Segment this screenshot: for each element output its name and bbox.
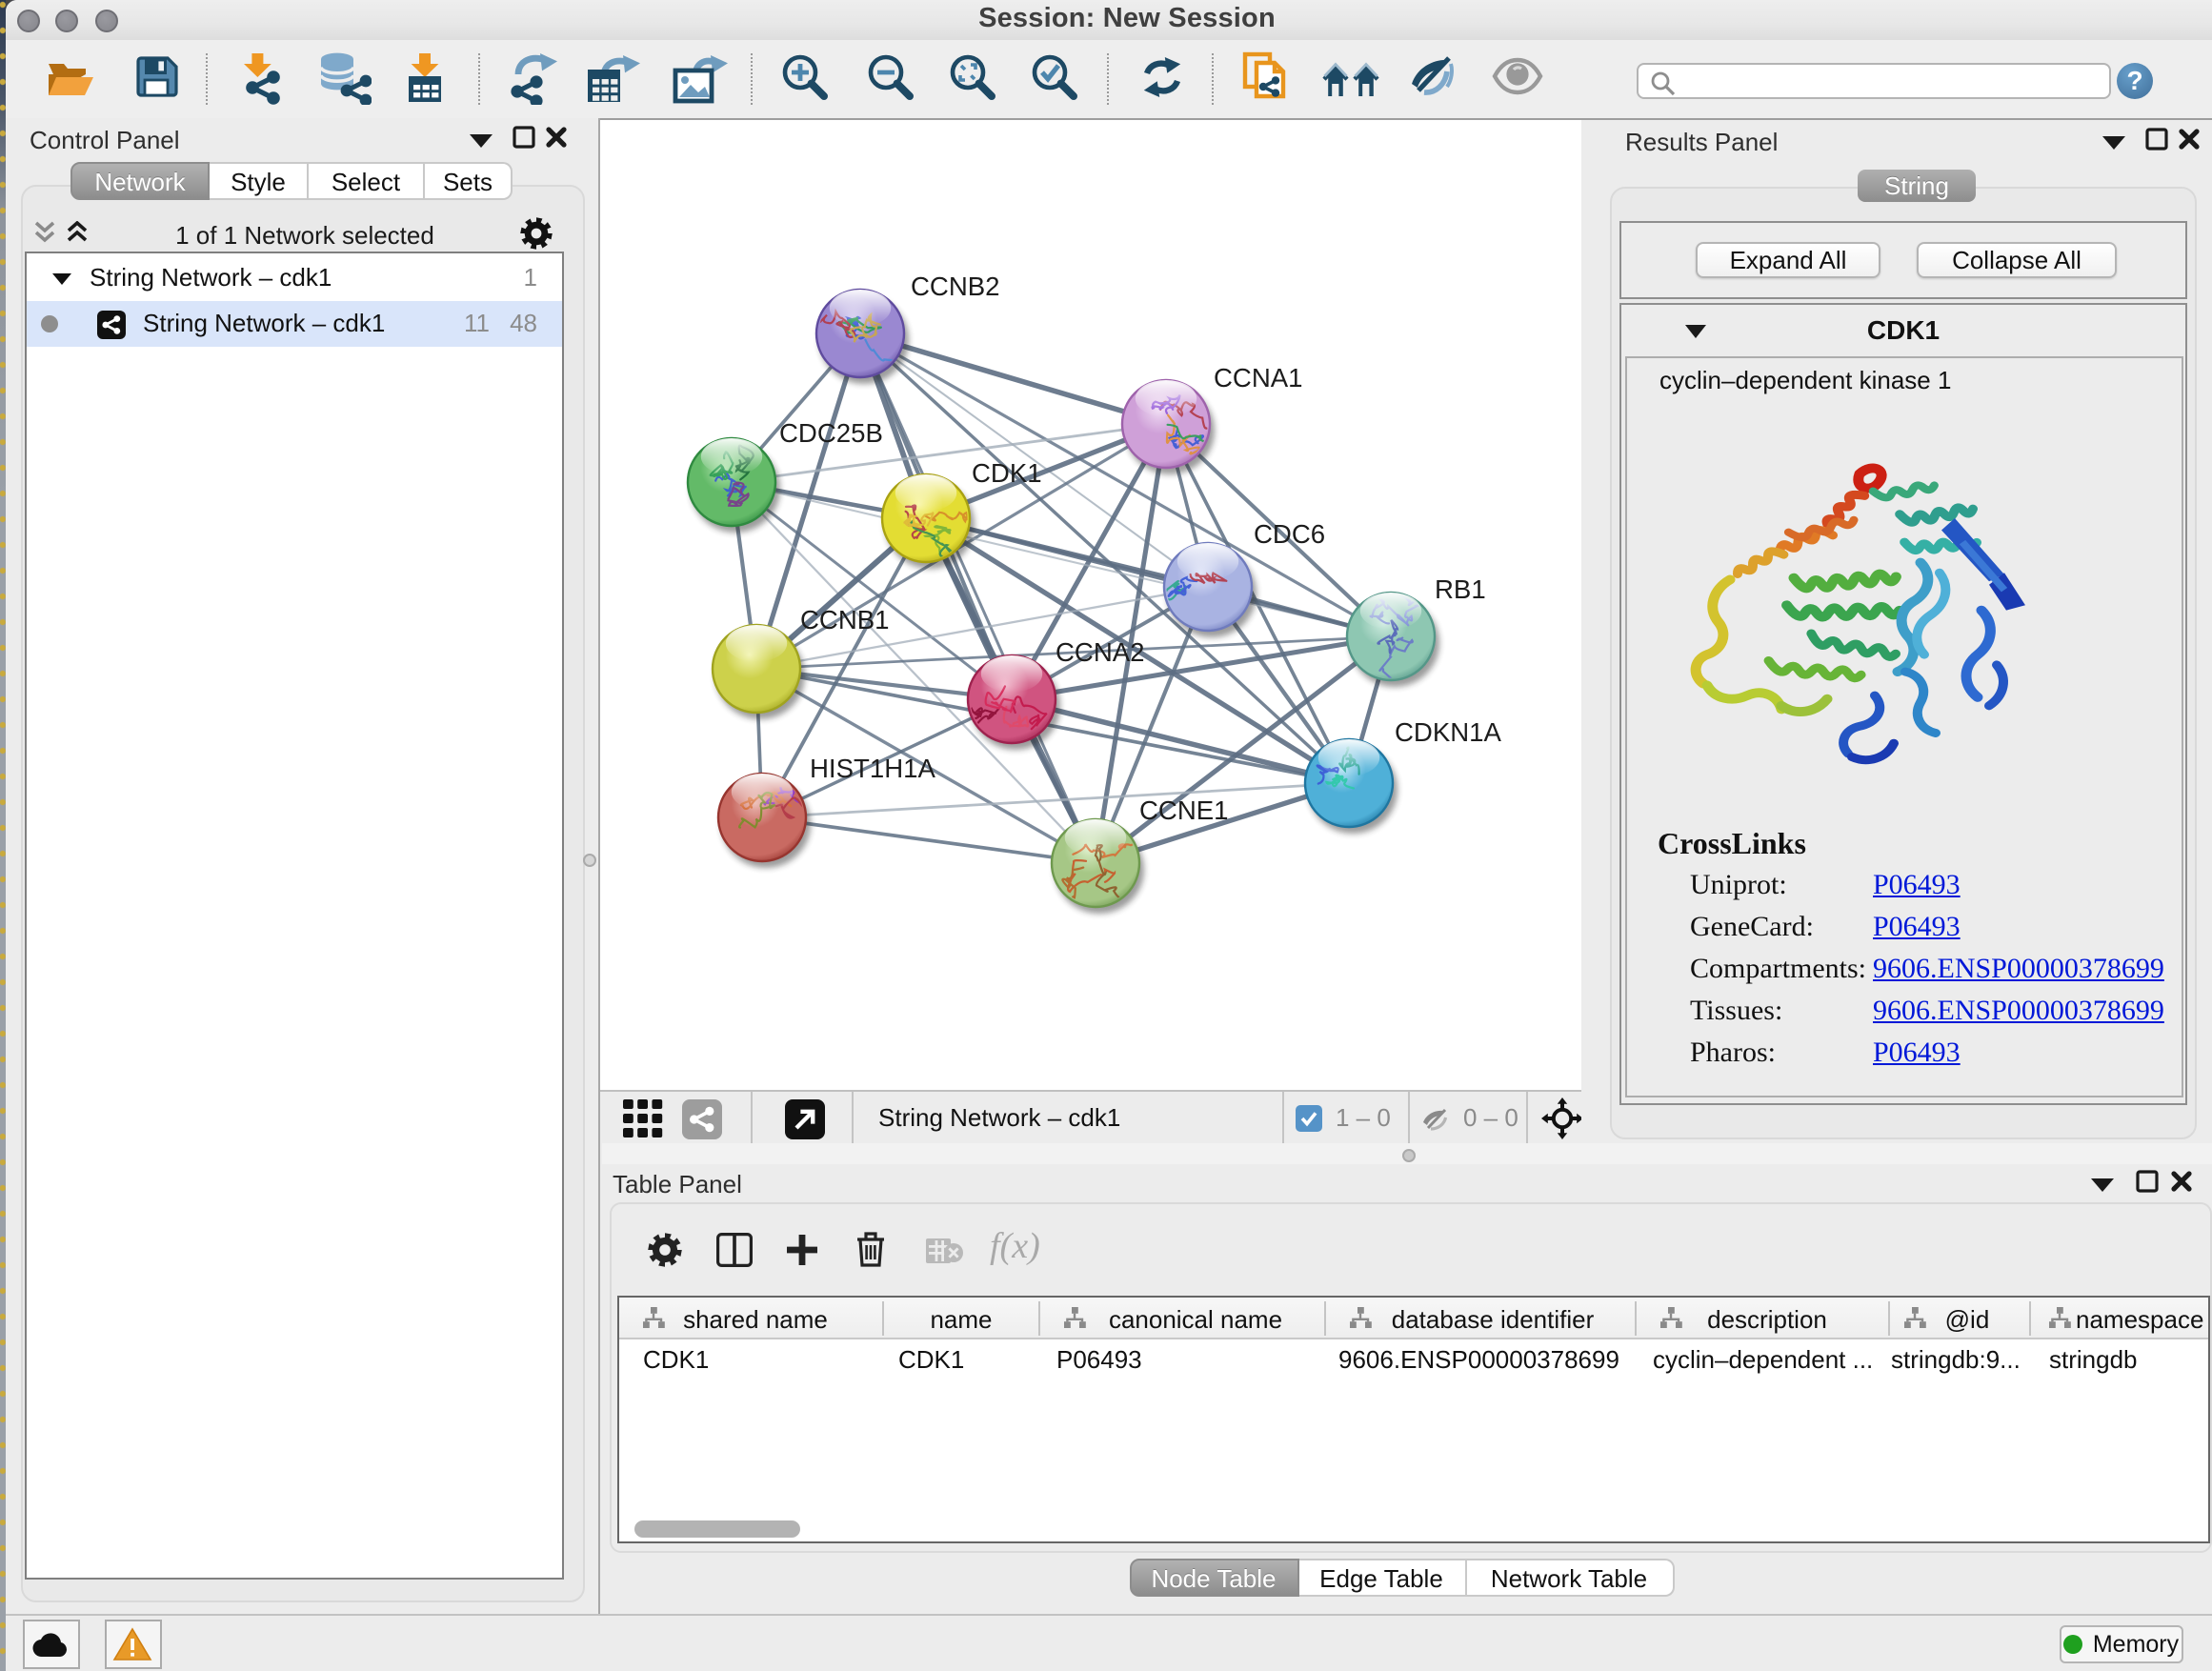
svg-text:CCNB2: CCNB2 (911, 272, 1000, 301)
svg-text:CDK1: CDK1 (972, 458, 1042, 488)
svg-text:CDC6: CDC6 (1254, 519, 1325, 549)
svg-text:CDC25B: CDC25B (779, 418, 883, 448)
svg-text:CCNB1: CCNB1 (800, 605, 890, 634)
svg-text:CCNE1: CCNE1 (1139, 795, 1229, 825)
svg-text:RB1: RB1 (1435, 574, 1486, 604)
svg-text:CCNA2: CCNA2 (1056, 637, 1145, 667)
svg-text:CCNA1: CCNA1 (1214, 363, 1303, 393)
svg-text:CDKN1A: CDKN1A (1395, 717, 1502, 747)
svg-text:HIST1H1A: HIST1H1A (810, 754, 935, 783)
